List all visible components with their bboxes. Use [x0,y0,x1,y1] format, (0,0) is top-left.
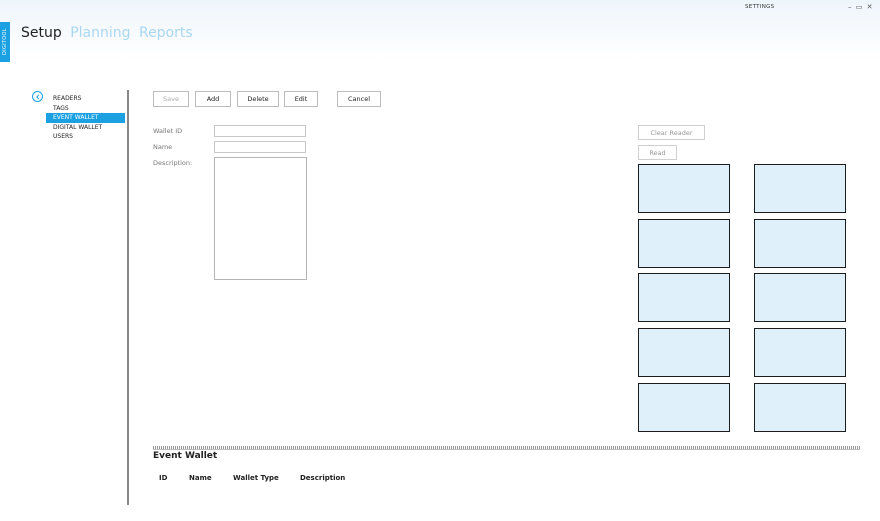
window-title: SETTINGS [745,4,775,10]
tab-setup[interactable]: Setup [21,25,62,41]
read-button[interactable]: Read [638,145,677,160]
column-header-wallet-type[interactable]: Wallet Type [233,474,279,482]
edit-button[interactable]: Edit [284,91,318,107]
tab-reports[interactable]: Reports [139,25,193,41]
name-field[interactable] [214,141,306,153]
sidebar-item-users[interactable]: USERS [46,132,125,142]
delete-button[interactable]: Delete [237,91,279,107]
reader-slot[interactable] [638,328,730,377]
sidebar-item-event-wallet[interactable]: EVENT WALLET [46,113,125,123]
name-label: Name [153,143,173,151]
settings-menu: READERS TAGS EVENT WALLET DIGITAL WALLET… [46,94,125,142]
clear-reader-button[interactable]: Clear Reader [638,125,705,140]
column-header-id[interactable]: ID [159,474,167,482]
description-field[interactable] [214,157,307,280]
reader-slot[interactable] [638,219,730,268]
chevron-left-icon [35,93,39,100]
wallet-id-label: Wallet ID [153,127,183,135]
reader-slot[interactable] [638,164,730,213]
description-label: Description: [153,159,193,167]
sidebar-divider [127,90,129,505]
reader-slot[interactable] [754,328,846,377]
main-nav: Setup Planning Reports [21,25,197,41]
add-button[interactable]: Add [195,91,231,107]
wallet-id-field[interactable] [214,125,306,137]
cancel-button[interactable]: Cancel [337,91,381,107]
column-header-description[interactable]: Description [300,474,345,482]
reader-slot[interactable] [754,273,846,322]
sidebar-item-tags[interactable]: TAGS [46,104,125,114]
tab-planning[interactable]: Planning [70,25,130,41]
window-controls[interactable]: – ▭ ✕ [848,3,873,11]
save-button[interactable]: Save [153,91,189,107]
column-header-name[interactable]: Name [189,474,212,482]
back-button[interactable] [32,91,43,102]
reader-slot[interactable] [754,383,846,432]
reader-slot[interactable] [754,164,846,213]
reader-slot[interactable] [638,383,730,432]
reader-slot[interactable] [638,273,730,322]
sidebar-item-readers[interactable]: READERS [46,94,125,104]
sidebar-item-digital-wallet[interactable]: DIGITAL WALLET [46,123,125,133]
app-side-tab[interactable]: DIGITOOL [0,22,10,62]
reader-slot[interactable] [754,219,846,268]
splitter-line [153,449,860,450]
table-title: Event Wallet [153,451,218,461]
